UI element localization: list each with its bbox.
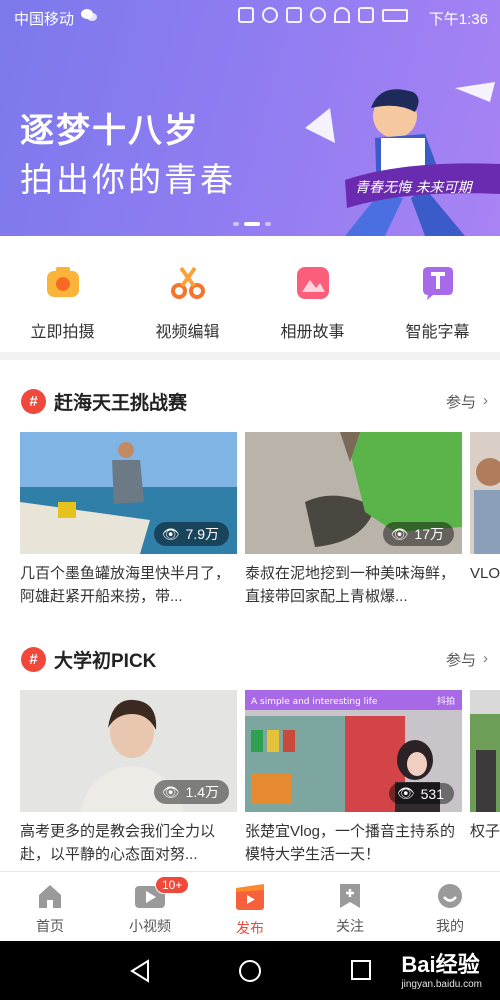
hashtag-icon: # [21, 389, 46, 414]
chevron-right-icon[interactable]: › [483, 392, 488, 409]
bookmark-icon [340, 884, 360, 908]
alarm-icon [262, 7, 278, 23]
action-shoot[interactable]: 立即拍摄 [0, 236, 125, 354]
video-thumbnail[interactable]: 👁 7.9万 [20, 432, 237, 554]
hd-icon [286, 7, 302, 23]
tab-label: 发布 [236, 920, 264, 936]
notification-badge: 10+ [155, 876, 190, 894]
video-caption[interactable]: 张楚宜Vlog，一个播音主持系的模特大学生活一天！ [245, 820, 462, 866]
video-card[interactable]: 👁 1.4万 高考更多的是教会我们全力以赴，以平静的心态面对努... [20, 690, 237, 866]
carrier-label: 中国移动 [14, 11, 75, 28]
action-label: 相册故事 [280, 324, 345, 341]
svg-text:A simple and interesting life: A simple and interesting life [251, 697, 378, 707]
subtitle-icon [422, 267, 453, 300]
banner-headline: 逐梦十八岁 [20, 112, 200, 150]
banner-ribbon-text: 青春无悔 未来可期 [355, 180, 473, 196]
action-label: 视频编辑 [155, 324, 220, 341]
view-count: 👁 531 [388, 783, 454, 804]
video-card[interactable]: 👁 7.9万 几百个墨鱼罐放海里快半月了，阿雄赶紧开船来捞，带... [20, 432, 237, 608]
video-caption[interactable]: 泰叔在泥地挖到一种美味海鲜，直接带回家配上青椒爆... [245, 562, 462, 608]
chevron-right-icon[interactable]: › [483, 650, 488, 667]
join-button[interactable]: 参与 [446, 391, 476, 412]
watermark: Bai经验 jingyan.baidu.com [401, 952, 482, 990]
wechat-icon [81, 9, 97, 21]
system-nav-bar: Bai经验 jingyan.baidu.com [0, 941, 500, 1000]
eye-icon: 👁 [396, 785, 415, 801]
signal-icon [358, 7, 374, 23]
video-card[interactable]: 权子彩， [470, 690, 500, 866]
view-count: 👁 17万 [382, 522, 454, 546]
action-album[interactable]: 相册故事 [250, 236, 375, 354]
tab-short-video[interactable]: 10+ 小视频 [100, 872, 200, 941]
video-caption[interactable]: 几百个墨鱼罐放海里快半月了，阿雄赶紧开船来捞，带... [20, 562, 237, 608]
video-row: 👁 7.9万 几百个墨鱼罐放海里快半月了，阿雄赶紧开船来捞，带... 👁 17万 泰… [20, 432, 500, 614]
video-thumbnail[interactable]: 👁 17万 [245, 432, 462, 554]
profile-icon [438, 884, 462, 908]
publish-icon [236, 884, 264, 910]
quick-actions: 立即拍摄 视频编辑 相册故事 智能字幕 [0, 236, 500, 354]
video-row: 👁 1.4万 高考更多的是教会我们全力以赴，以平静的心态面对努... A simp… [20, 690, 500, 871]
video-thumbnail[interactable] [470, 690, 500, 812]
eye-icon [310, 7, 326, 23]
back-icon[interactable] [128, 959, 152, 983]
video-thumbnail[interactable] [470, 432, 500, 554]
hashtag-icon: # [21, 647, 46, 672]
status-bar: 中国移动 下午1:36 [0, 0, 500, 34]
section-header: # 赶海天王挑战赛 参与 › [0, 382, 500, 422]
album-icon [296, 267, 329, 299]
battery-icon [382, 8, 408, 22]
section-title[interactable]: 赶海天王挑战赛 [54, 388, 187, 415]
eye-icon: 👁 [390, 525, 409, 542]
tab-profile[interactable]: 我的 [400, 872, 500, 941]
video-caption[interactable]: VLO小伙 [470, 562, 500, 608]
view-count: 👁 1.4万 [153, 780, 229, 804]
banner-subheadline: 拍出你的青春 [20, 161, 236, 198]
tab-label: 首页 [36, 918, 64, 934]
video-card[interactable]: A simple and interesting life 抖拍 👁 531 张楚… [245, 690, 462, 866]
eye-icon: 👁 [161, 525, 180, 542]
svg-text:抖拍: 抖拍 [437, 695, 455, 707]
video-thumbnail[interactable]: 👁 1.4万 [20, 690, 237, 812]
tab-publish[interactable]: 发布 [200, 872, 300, 941]
video-card[interactable]: 👁 17万 泰叔在泥地挖到一种美味海鲜，直接带回家配上青椒爆... [245, 432, 462, 608]
promo-banner[interactable]: 中国移动 下午1:36 逐梦十八岁 拍出你的青春 青春无悔 未来可期 [0, 0, 500, 236]
section-title[interactable]: 大学初PICK [54, 646, 156, 673]
vibrate-icon [238, 7, 254, 23]
video-card[interactable]: VLO小伙 [470, 432, 500, 608]
tab-home[interactable]: 首页 [0, 872, 100, 941]
wifi-icon [334, 7, 350, 23]
action-edit[interactable]: 视频编辑 [125, 236, 250, 354]
tab-label: 关注 [336, 918, 364, 934]
scissors-icon [170, 266, 205, 299]
section-divider [0, 352, 500, 360]
view-count: 👁 7.9万 [153, 522, 229, 546]
home-icon [39, 885, 61, 908]
tab-follow[interactable]: 关注 [300, 872, 400, 941]
clock: 下午1:36 [428, 11, 488, 28]
video-caption[interactable]: 权子彩， [470, 820, 500, 866]
home-button-icon[interactable] [238, 959, 262, 983]
camera-icon [46, 267, 79, 297]
status-icons [238, 7, 408, 23]
tab-label: 我的 [436, 918, 464, 934]
eye-icon: 👁 [161, 783, 180, 800]
recents-icon[interactable] [350, 959, 372, 981]
tab-label: 小视频 [129, 918, 171, 934]
join-button[interactable]: 参与 [446, 649, 476, 670]
video-thumbnail[interactable]: A simple and interesting life 抖拍 👁 531 [245, 690, 462, 812]
video-caption[interactable]: 高考更多的是教会我们全力以赴，以平静的心态面对努... [20, 820, 237, 866]
carousel-indicator [233, 222, 271, 226]
bottom-nav: 首页 10+ 小视频 发布 关注 我的 [0, 871, 500, 941]
action-subtitle[interactable]: 智能字幕 [375, 236, 500, 354]
action-label: 立即拍摄 [30, 324, 95, 341]
action-label: 智能字幕 [405, 324, 470, 341]
section-header: # 大学初PICK 参与 › [0, 640, 500, 680]
banner-illustration: 青春无悔 未来可期 [305, 82, 500, 236]
